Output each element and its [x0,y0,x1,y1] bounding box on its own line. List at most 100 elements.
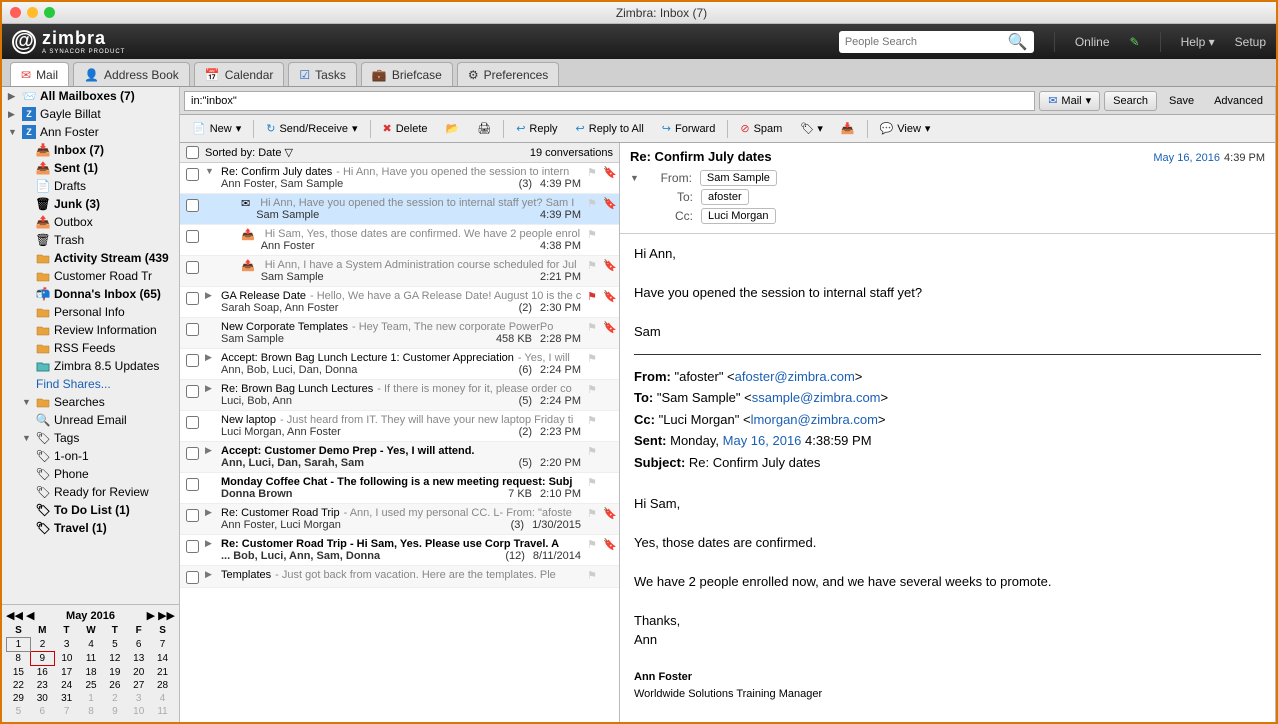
flag-icon[interactable]: ⚑ [587,383,597,396]
message-item[interactable]: ▶Templates - Just got back from vacation… [180,566,619,588]
all-mailboxes[interactable]: ▶📨All Mailboxes (7) [2,87,179,105]
msg-checkbox[interactable] [186,571,199,584]
flag-icon[interactable]: ⚑ [587,259,597,272]
tag-icon[interactable]: 🔖 [603,197,613,210]
print-button[interactable]: 🖨 [471,120,497,137]
flag-icon[interactable]: ⚑ [587,445,597,458]
search-scope[interactable]: ✉Mail ▾ [1039,91,1100,111]
tag-icon[interactable]: 🔖 [603,259,613,272]
reply-button[interactable]: ↩Reply [510,120,563,137]
window-controls[interactable] [10,7,55,18]
from-chip[interactable]: Sam Sample [700,170,777,186]
to-chip[interactable]: afoster [701,189,749,205]
tag-icon[interactable]: 🔖 [603,321,613,334]
flag-icon[interactable]: ⚑ [587,228,597,241]
message-item[interactable]: ▶Re: Customer Road Trip - Ann, I used my… [180,504,619,535]
flag-icon[interactable]: ⚑ [587,321,597,334]
expand-icon[interactable]: ▶ [205,569,215,580]
unread-search[interactable]: 🔍Unread Email [2,411,179,429]
message-item[interactable]: ▶Re: Customer Road Trip - Hi Sam, Yes. P… [180,535,619,566]
folder-item[interactable]: Personal Info [2,303,179,321]
folder-item[interactable]: 📥Inbox (7) [2,141,179,159]
tab-mail[interactable]: ✉Mail [10,62,69,86]
replyall-button[interactable]: ↩Reply to All [570,120,650,137]
tab-briefcase[interactable]: 💼Briefcase [361,62,453,86]
folder-item[interactable]: Activity Stream (439 [2,249,179,267]
cal-next[interactable]: ▶ ▶▶ [147,609,175,622]
flag-icon[interactable]: ⚑ [587,476,597,489]
flag-icon[interactable]: ⚑ [587,352,597,365]
view-button[interactable]: 💬View ▾ [874,120,937,137]
search-input[interactable] [184,91,1035,111]
expand-icon[interactable]: ▶ [205,383,215,394]
tag-item[interactable]: 🏷To Do List (1) [2,501,179,519]
folder-item[interactable]: Customer Road Tr [2,267,179,285]
msg-checkbox[interactable] [186,354,199,367]
select-all[interactable] [186,146,199,159]
search-button[interactable]: Search [1104,91,1157,111]
save-search[interactable]: Save [1161,91,1202,111]
expand-icon[interactable]: ▼ [205,166,215,176]
flag-icon[interactable]: ⚑ [587,197,597,210]
message-item[interactable]: New laptop - Just heard from IT. They wi… [180,411,619,442]
tag-item[interactable]: 🏷Travel (1) [2,519,179,537]
people-search[interactable]: 🔍 [839,31,1034,53]
tab-calendar[interactable]: 📅Calendar [194,62,285,86]
tags-node[interactable]: ▼🏷Tags [2,429,179,447]
expand-icon[interactable]: ▶ [205,290,215,301]
msg-checkbox[interactable] [186,323,199,336]
message-item[interactable]: ▶Accept: Customer Demo Prep - Yes, I wil… [180,442,619,473]
folder-item[interactable]: Zimbra 8.5 Updates [2,357,179,375]
tag-item[interactable]: 🏷1-on-1 [2,447,179,465]
msg-checkbox[interactable] [186,168,199,181]
tab-preferences[interactable]: ⚙Preferences [457,62,559,86]
new-button[interactable]: 📄 New ▾ [186,120,247,137]
message-item[interactable]: ▶Re: Brown Bag Lunch Lectures - If there… [180,380,619,411]
flag-icon[interactable]: ⚑ [587,414,597,427]
move-button[interactable]: 📂 [440,120,466,137]
find-shares[interactable]: Find Shares... [2,375,179,393]
expand-icon[interactable]: ▶ [205,445,215,456]
msg-checkbox[interactable] [186,540,199,553]
people-search-input[interactable] [845,36,1008,48]
flag-icon[interactable]: ⚑ [587,507,597,520]
tag-button[interactable]: 🏷 ▾ [794,120,829,137]
sort-label[interactable]: Sorted by: Date ▽ [205,146,524,159]
flag-icon[interactable]: ⚑ [587,538,597,551]
archive-button[interactable]: 📥 [835,120,861,137]
expand-icon[interactable]: ▶ [205,352,215,363]
minimize-icon[interactable] [27,7,38,18]
msg-checkbox[interactable] [186,447,199,460]
account-gayle[interactable]: ▶ZGayle Billat [2,105,179,123]
msg-checkbox[interactable] [186,292,199,305]
searches[interactable]: ▼Searches [2,393,179,411]
tab-tasks[interactable]: ☑Tasks [288,62,356,86]
tag-icon[interactable]: 🔖 [603,507,613,520]
folder-item[interactable]: RSS Feeds [2,339,179,357]
folder-item[interactable]: 🗑Junk (3) [2,195,179,213]
msg-checkbox[interactable] [186,478,199,491]
help-menu[interactable]: Help ▾ [1181,35,1215,49]
tag-item[interactable]: 🏷Ready for Review [2,483,179,501]
tag-item[interactable]: 🏷Phone [2,465,179,483]
message-item[interactable]: 📤Hi Ann, I have a System Administration … [180,256,619,287]
msg-checkbox[interactable] [186,230,199,243]
folder-item[interactable]: 📬Donna's Inbox (65) [2,285,179,303]
message-item[interactable]: 📤Hi Sam, Yes, those dates are confirmed.… [180,225,619,256]
cal-prev[interactable]: ◀◀ ◀ [6,609,34,622]
folder-item[interactable]: 📤Outbox [2,213,179,231]
message-item[interactable]: ▶Accept: Brown Bag Lunch Lecture 1: Cust… [180,349,619,380]
flag-icon[interactable]: ⚑ [587,290,597,303]
cal-month[interactable]: May 2016 [66,610,115,622]
account-ann[interactable]: ▼ZAnn Foster [2,123,179,141]
forward-button[interactable]: ↪Forward [656,120,722,137]
message-item[interactable]: Monday Coffee Chat - The following is a … [180,473,619,504]
tag-icon[interactable]: 🔖 [603,290,613,303]
msg-checkbox[interactable] [186,261,199,274]
sendreceive-button[interactable]: ↻Send/Receive ▾ [260,120,363,137]
tag-icon[interactable]: 🔖 [603,538,613,551]
folder-item[interactable]: 📄Drafts [2,177,179,195]
msg-checkbox[interactable] [186,509,199,522]
msg-checkbox[interactable] [186,385,199,398]
flag-icon[interactable]: ⚑ [587,166,597,179]
